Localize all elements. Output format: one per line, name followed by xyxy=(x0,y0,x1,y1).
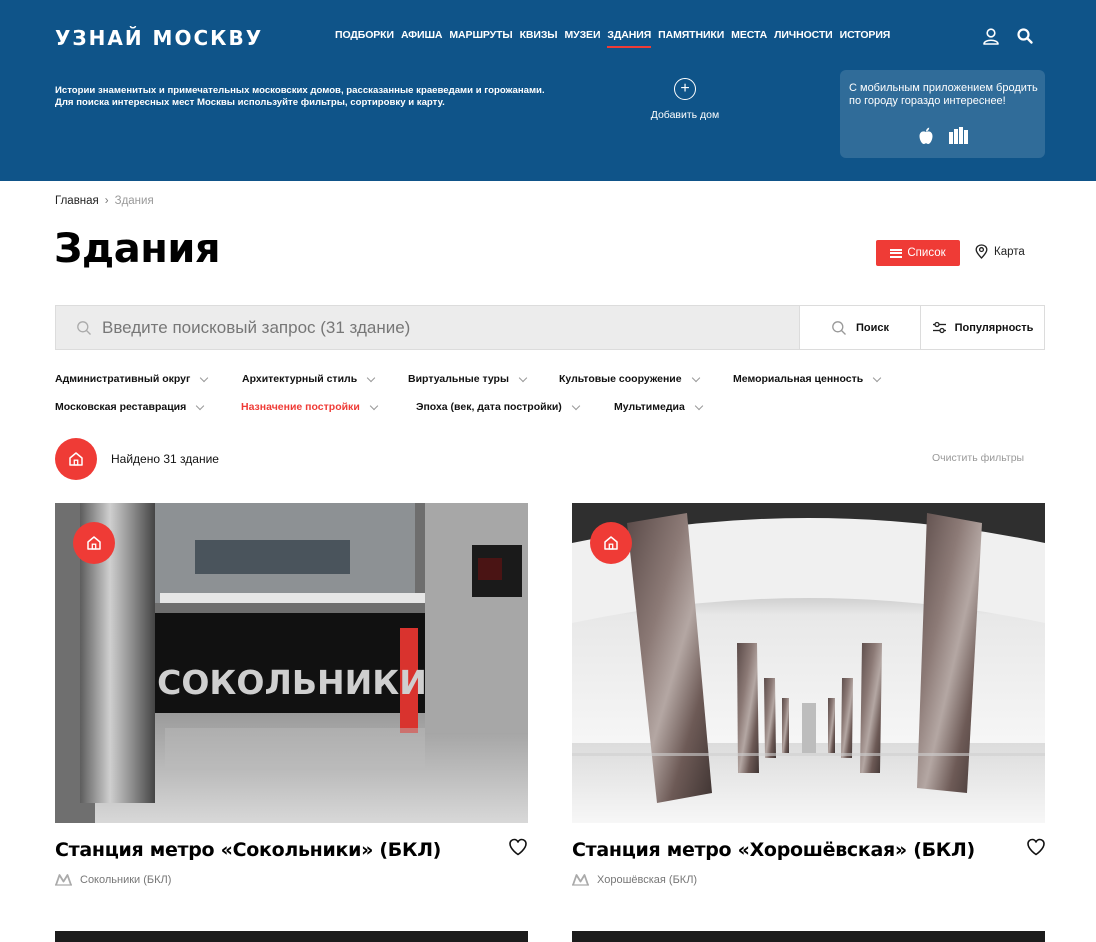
header-description: Истории знаменитых и примечательных моск… xyxy=(55,85,545,108)
sort-button-label: Популярность xyxy=(954,321,1034,334)
chevron-down-icon xyxy=(691,373,700,382)
site-logo[interactable]: УЗНАЙ МОСКВУ xyxy=(55,26,263,50)
chevron-down-icon xyxy=(366,373,376,382)
chevron-down-icon xyxy=(518,373,528,382)
favorite-heart-icon[interactable] xyxy=(508,837,528,857)
nav-item-routes[interactable]: МАРШРУТЫ xyxy=(449,29,512,48)
list-view-label: Список xyxy=(907,247,946,259)
nav-item-monuments[interactable]: ПАМЯТНИКИ xyxy=(658,29,724,48)
main-nav: ПОДБОРКИ АФИША МАРШРУТЫ КВИЗЫ МУЗЕИ ЗДАН… xyxy=(335,29,890,48)
metro-icon xyxy=(55,874,72,886)
search-icon xyxy=(77,320,91,335)
filter-moscow-restoration[interactable]: Московская реставрация xyxy=(55,401,205,413)
nav-item-history[interactable]: ИСТОРИЯ xyxy=(840,29,891,48)
card-image[interactable] xyxy=(572,503,1045,823)
nav-item-places[interactable]: МЕСТА xyxy=(731,29,767,48)
building-icon xyxy=(69,452,83,466)
apple-icon[interactable] xyxy=(916,126,936,146)
search-button-label: Поиск xyxy=(855,321,889,334)
sort-button[interactable]: Популярность xyxy=(921,305,1045,350)
chevron-down-icon xyxy=(873,373,882,382)
chevron-down-icon xyxy=(571,401,581,410)
category-badge xyxy=(73,522,115,564)
breadcrumb: Главная › Здания xyxy=(55,195,154,207)
header-icons xyxy=(982,27,1034,45)
metro-station-name: Сокольники (БКЛ) xyxy=(80,874,172,886)
nav-item-buildings[interactable]: ЗДАНИЯ xyxy=(607,29,651,48)
nav-item-events[interactable]: АФИША xyxy=(401,29,443,48)
building-icon xyxy=(604,536,618,550)
add-home-label: Добавить дом xyxy=(650,109,720,121)
filter-memorial-value[interactable]: Мемориальная ценность xyxy=(733,373,882,385)
sliders-icon xyxy=(932,321,946,334)
search-button[interactable]: Поиск xyxy=(800,305,921,350)
filter-multimedia[interactable]: Мультимедиа xyxy=(614,401,704,413)
app-promo-text: С мобильным приложением бродить по город… xyxy=(849,82,1038,107)
card-image[interactable] xyxy=(55,931,528,942)
card-image[interactable] xyxy=(572,931,1045,942)
map-pin-icon xyxy=(975,244,988,259)
card-image[interactable]: СОКОЛЬНИКИ xyxy=(55,503,528,823)
chevron-down-icon xyxy=(369,401,379,410)
nav-item-quizzes[interactable]: КВИЗЫ xyxy=(520,29,558,48)
page-title: Здания xyxy=(54,226,221,272)
metro-icon xyxy=(572,874,589,886)
search-icon[interactable] xyxy=(1016,27,1034,45)
khoroshevskaya-station-photo xyxy=(572,503,1045,823)
metro-station-name: Хорошёвская (БКЛ) xyxy=(597,874,698,886)
nav-item-museums[interactable]: МУЗЕИ xyxy=(565,29,601,48)
chevron-down-icon xyxy=(200,373,209,382)
app-promo: С мобильным приложением бродить по город… xyxy=(840,70,1045,158)
map-view-button[interactable]: Карта xyxy=(975,244,1025,259)
nav-item-persons[interactable]: ЛИЧНОСТИ xyxy=(774,29,833,48)
chevron-down-icon xyxy=(694,401,704,410)
found-count: Найдено 31 здание xyxy=(111,452,219,466)
filter-architectural-style[interactable]: Архитектурный стиль xyxy=(242,373,376,385)
breadcrumb-home[interactable]: Главная xyxy=(55,195,99,207)
user-icon[interactable] xyxy=(982,27,1000,45)
filter-religious-buildings[interactable]: Культовые сооружение xyxy=(559,373,700,385)
filter-virtual-tours[interactable]: Виртуальные туры xyxy=(408,373,528,385)
search-input[interactable]: Введите поисковый запрос (31 здание) xyxy=(55,305,800,350)
add-home-button[interactable]: + Добавить дом xyxy=(640,78,730,121)
search-bar: Введите поисковый запрос (31 здание) Пои… xyxy=(55,305,1045,350)
filter-building-purpose[interactable]: Назначение постройки xyxy=(241,401,379,413)
found-badge xyxy=(55,438,97,480)
breadcrumb-separator: › xyxy=(104,195,109,207)
menu-icon xyxy=(890,248,903,258)
search-placeholder: Введите поисковый запрос (31 здание) xyxy=(102,317,411,337)
svg-text:СОКОЛЬНИКИ: СОКОЛЬНИКИ xyxy=(157,663,427,702)
breadcrumb-current: Здания xyxy=(114,195,154,207)
metro-station: Хорошёвская (БКЛ) xyxy=(572,874,697,886)
clear-filters-link[interactable]: Очистить фильтры xyxy=(932,452,1024,464)
sokolniki-station-photo: СОКОЛЬНИКИ xyxy=(55,503,528,823)
filter-district[interactable]: Административный округ xyxy=(55,373,209,385)
card-title[interactable]: Станция метро «Сокольники» (БКЛ) xyxy=(55,839,441,861)
app-store-icon[interactable] xyxy=(948,126,968,146)
nav-item-collections[interactable]: ПОДБОРКИ xyxy=(335,29,394,48)
favorite-heart-icon[interactable] xyxy=(1026,837,1046,857)
category-badge xyxy=(590,522,632,564)
add-icon: + xyxy=(674,78,696,100)
chevron-down-icon xyxy=(196,401,205,410)
site-header: УЗНАЙ МОСКВУ ПОДБОРКИ АФИША МАРШРУТЫ КВИ… xyxy=(0,0,1096,181)
list-view-button[interactable]: Список xyxy=(876,240,960,266)
filter-era[interactable]: Эпоха (век, дата постройки) xyxy=(416,401,581,413)
map-view-label: Карта xyxy=(994,245,1025,258)
building-icon xyxy=(87,536,101,550)
card-title[interactable]: Станция метро «Хорошёвская» (БКЛ) xyxy=(572,839,975,861)
search-icon xyxy=(832,320,846,335)
metro-station: Сокольники (БКЛ) xyxy=(55,874,171,886)
